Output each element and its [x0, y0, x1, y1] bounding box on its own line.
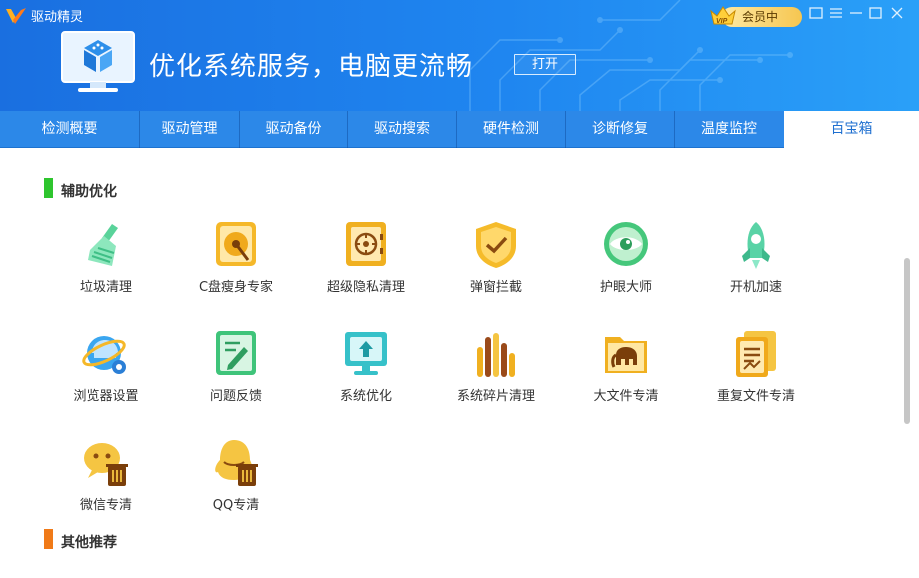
tool-label: 大文件专清: [593, 389, 659, 404]
tool-duplicate-file-clean[interactable]: 重复文件专清: [696, 329, 816, 429]
duplicate-file-icon: [736, 331, 776, 377]
section-title-assist: 辅助优化: [61, 184, 117, 200]
disk-slim-icon: [216, 222, 256, 266]
section-marker-orange: [44, 529, 53, 549]
tool-label: 重复文件专清: [716, 389, 795, 404]
tool-system-optimize[interactable]: 系统优化: [306, 329, 426, 429]
app-logo-icon: [6, 8, 26, 24]
tool-label: 浏览器设置: [73, 389, 139, 404]
tool-label: 微信专清: [79, 498, 132, 513]
tab-hardware-detect[interactable]: 硬件检测: [457, 111, 565, 148]
vip-label: 会员中: [742, 10, 779, 24]
tool-popup-block[interactable]: 弹窗拦截: [436, 220, 556, 320]
tab-toolbox[interactable]: 百宝箱: [784, 111, 919, 148]
shield-check-icon: [476, 222, 516, 268]
tool-label: 超级隐私清理: [326, 280, 405, 295]
tab-detect-summary[interactable]: 检测概要: [0, 111, 139, 148]
vip-crown-icon: VIP: [710, 6, 736, 25]
broom-icon: [88, 224, 118, 266]
tool-junk-clean[interactable]: 垃圾清理: [46, 220, 166, 320]
tool-qq-clean[interactable]: QQ专清: [176, 438, 296, 538]
elephant-folder-icon: [605, 337, 647, 373]
tool-label: 系统碎片清理: [456, 389, 535, 404]
tab-temp-monitor[interactable]: 温度监控: [675, 111, 783, 148]
app-title: 驱动精灵: [31, 10, 84, 25]
tool-label: C盘瘦身专家: [198, 280, 274, 295]
section-title-recommend: 其他推荐: [61, 535, 117, 551]
scrollbar-thumb[interactable]: [904, 258, 910, 424]
tool-label: 开机加速: [729, 280, 782, 295]
main-tabbar: 检测概要 驱动管理 驱动备份 驱动搜索 硬件检测 诊断修复 温度监控 百宝箱: [0, 111, 919, 148]
wechat-clean-icon: [84, 443, 128, 486]
monitor-up-icon: [345, 332, 387, 375]
eye-icon: [604, 222, 648, 266]
defrag-icon: [477, 333, 515, 377]
tool-label: 系统优化: [339, 389, 392, 404]
tool-large-file-clean[interactable]: 大文件专清: [566, 329, 686, 429]
tab-diagnose-repair[interactable]: 诊断修复: [566, 111, 674, 148]
tool-feedback[interactable]: 问题反馈: [176, 329, 296, 429]
svg-text:VIP: VIP: [716, 18, 728, 25]
tool-label: QQ专清: [212, 498, 260, 513]
window-controls: [809, 7, 903, 19]
tool-boot-speedup[interactable]: 开机加速: [696, 220, 816, 320]
header-banner: 驱动精灵 优化系统服务，电脑更流畅 打开 VIP 会员中: [0, 0, 919, 111]
tab-driver-manage[interactable]: 驱动管理: [140, 111, 239, 148]
tool-label: 垃圾清理: [79, 280, 132, 295]
tool-defrag[interactable]: 系统碎片清理: [436, 329, 556, 429]
tab-driver-search[interactable]: 驱动搜索: [348, 111, 456, 148]
tool-label: 问题反馈: [209, 389, 262, 404]
tool-label: 弹窗拦截: [469, 280, 522, 295]
tool-wechat-clean[interactable]: 微信专清: [46, 438, 166, 538]
tool-label: 护眼大师: [599, 280, 652, 295]
section-marker-green: [44, 178, 53, 198]
tool-eye-care[interactable]: 护眼大师: [566, 220, 686, 320]
tool-browser-settings[interactable]: 浏览器设置: [46, 329, 166, 429]
services-monitor-icon: [61, 31, 135, 92]
feedback-icon: [216, 331, 256, 375]
tool-privacy-clean[interactable]: 超级隐私清理: [306, 220, 426, 320]
safe-icon: [346, 222, 386, 266]
tool-c-disk-slim[interactable]: C盘瘦身专家: [176, 220, 296, 320]
rocket-icon: [742, 222, 770, 269]
vip-badge[interactable]: VIP 会员中: [708, 4, 802, 28]
browser-gear-icon: [82, 336, 126, 374]
tab-driver-backup[interactable]: 驱动备份: [240, 111, 347, 148]
banner-headline: 优化系统服务，电脑更流畅: [149, 52, 474, 82]
qq-clean-icon: [215, 440, 258, 486]
open-button[interactable]: 打开: [514, 54, 576, 75]
